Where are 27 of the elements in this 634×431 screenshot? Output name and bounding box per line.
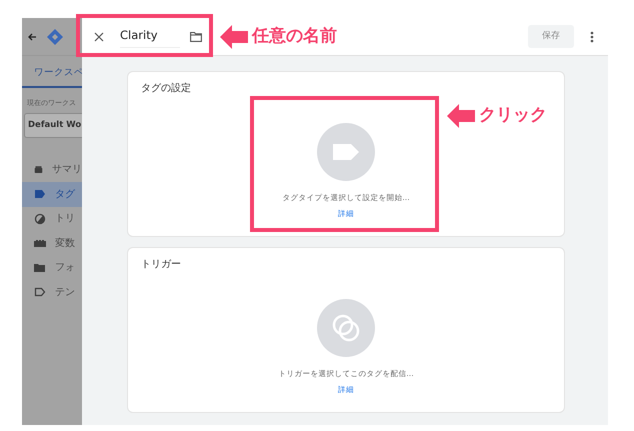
back-arrow-icon[interactable] bbox=[28, 32, 36, 40]
logo-icon bbox=[46, 28, 64, 46]
annotation-text: 任意の名前 bbox=[252, 25, 337, 48]
nav-item[interactable]: トリ bbox=[22, 206, 82, 231]
nav-item[interactable]: サマリ bbox=[22, 158, 82, 182]
save-button[interactable]: 保存 bbox=[528, 24, 574, 48]
variable-icon bbox=[34, 237, 46, 250]
card-title: タグの設定 bbox=[140, 82, 192, 96]
tag-icon bbox=[34, 188, 46, 200]
folder-icon[interactable] bbox=[190, 32, 202, 42]
nav-item[interactable]: 変数 bbox=[22, 231, 82, 256]
workspace-selector[interactable]: Default Wo bbox=[24, 112, 82, 138]
trigger-icon bbox=[331, 313, 361, 344]
pointer-arrow bbox=[220, 25, 248, 49]
nav-item[interactable]: フォ bbox=[22, 256, 82, 280]
nav-item[interactable]: タグ bbox=[22, 182, 82, 206]
nav-item[interactable]: テン bbox=[22, 280, 82, 304]
folder-icon bbox=[34, 262, 46, 274]
summary-icon bbox=[34, 164, 43, 176]
close-icon[interactable] bbox=[94, 32, 104, 42]
annotation-text: クリック bbox=[479, 104, 547, 127]
more-icon[interactable] bbox=[590, 30, 594, 42]
pointer-arrow bbox=[447, 104, 475, 128]
template-icon bbox=[34, 286, 46, 298]
card-title: トリガー bbox=[140, 258, 182, 272]
trigger-icon bbox=[34, 212, 46, 225]
tag-icon bbox=[333, 144, 359, 160]
